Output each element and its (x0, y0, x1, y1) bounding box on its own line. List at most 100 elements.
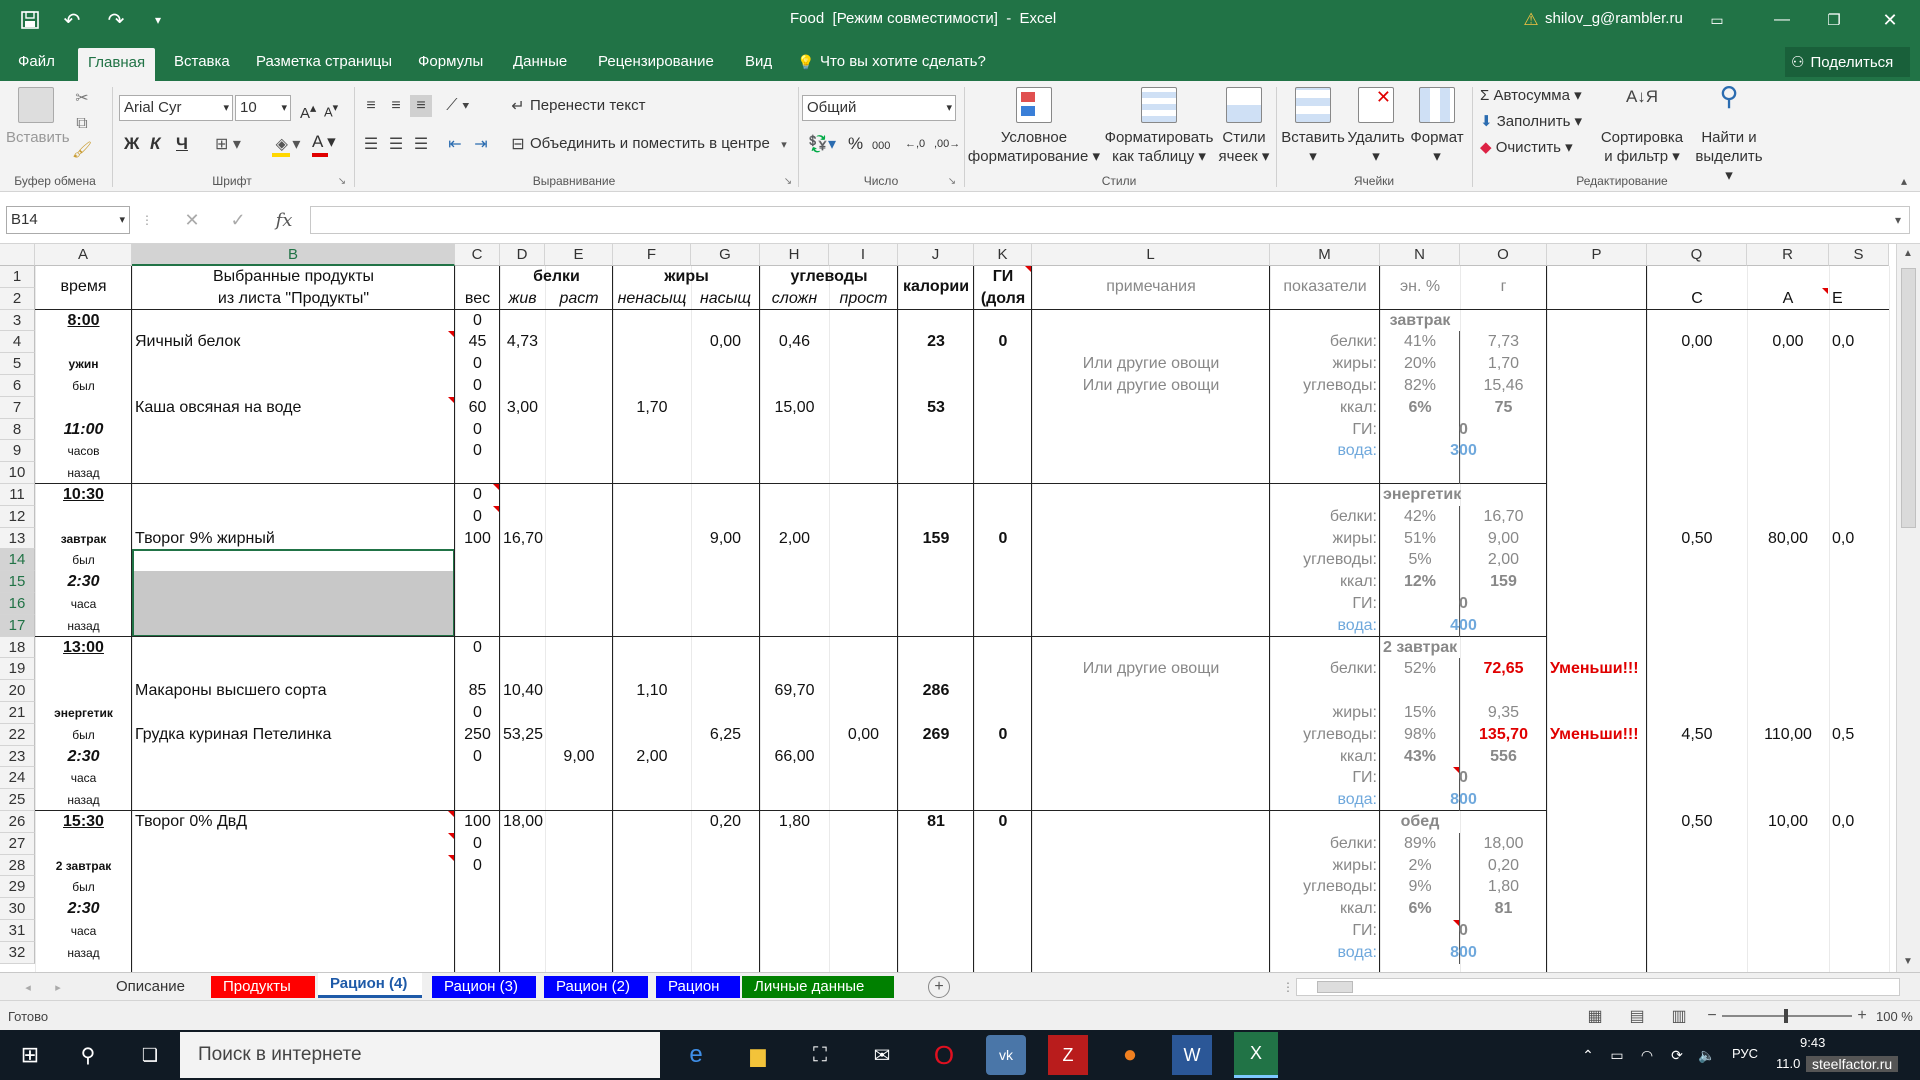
user-account[interactable]: shilov_g@rambler.ru (1545, 10, 1683, 27)
cell-value[interactable]: жив (503, 288, 542, 310)
label-gi[interactable]: ГИ: (1273, 767, 1377, 789)
increase-decimal-icon[interactable]: ←,0 (905, 135, 925, 153)
row-header[interactable]: 18 (0, 636, 35, 659)
label-prot[interactable]: белки: (1273, 506, 1377, 528)
label-carb[interactable]: углеводы: (1273, 549, 1377, 571)
cell-d4[interactable]: 4,73 (503, 331, 542, 353)
comment-marker[interactable] (1822, 287, 1828, 294)
cell-value[interactable]: примечания (1035, 276, 1267, 298)
expand-formula-icon[interactable]: ▾ (1890, 208, 1906, 232)
cell-a18[interactable]: 13:00 (38, 637, 129, 659)
worksheet-grid[interactable]: A B C D E F G H I J K L M N O P Q R S 1 2 3 4 5 6 7 8 9 10 11 12 13 14 15… (0, 244, 1920, 972)
grams-carb[interactable]: 1,80 (1463, 876, 1544, 898)
gi-value[interactable]: 0 (1383, 767, 1544, 789)
cell-b13[interactable]: Творог 9% жирный (135, 528, 452, 550)
cell-c12[interactable]: 0 (458, 506, 497, 528)
grams-carb[interactable]: 135,70 (1463, 724, 1544, 746)
cell-value[interactable]: раст (548, 288, 610, 310)
cell-value[interactable]: ненасыщ (616, 288, 688, 310)
cell-value[interactable]: А (1750, 288, 1826, 310)
autosum-button[interactable]: Σ Автосумма ▾ (1480, 87, 1582, 105)
page-break-icon[interactable]: ▥ (1668, 1005, 1690, 1027)
column-header[interactable]: G (691, 244, 760, 266)
cell-c9[interactable]: 0 (458, 440, 497, 462)
task-view-icon[interactable]: ❏ (130, 1035, 170, 1075)
cell-c20[interactable]: 85 (458, 680, 497, 702)
cell-l19[interactable]: Или другие овощи (1035, 658, 1267, 680)
column-header[interactable]: J (898, 244, 974, 266)
row-header[interactable]: 11 (0, 484, 35, 506)
sheet-tab-ration-4[interactable]: Рацион (4) (318, 973, 422, 998)
grams-kcal[interactable]: 75 (1463, 397, 1544, 419)
label-fat[interactable]: жиры: (1273, 855, 1377, 877)
warning-text[interactable]: Уменьши!!! (1550, 724, 1644, 746)
sync-icon[interactable]: ⟳ (1666, 1040, 1688, 1070)
borders-icon[interactable]: ⊞ ▾ (208, 133, 248, 155)
cell-b26[interactable]: Творог 0% ДвД (135, 811, 452, 833)
search-icon[interactable]: ⚲ (68, 1035, 108, 1075)
row-header[interactable]: 27 (0, 832, 35, 855)
water-value[interactable]: 800 (1383, 942, 1544, 964)
column-header[interactable]: M (1270, 244, 1380, 266)
pct-prot[interactable]: 52% (1383, 658, 1457, 680)
cell-a23[interactable]: 2:30 (38, 746, 129, 768)
cell-value[interactable]: показатели (1273, 276, 1377, 298)
row-header[interactable]: 12 (0, 505, 35, 528)
cell-f7[interactable]: 1,70 (616, 397, 688, 419)
cell-b7[interactable]: Каша овсяная на воде (135, 397, 452, 419)
cell-h7[interactable]: 15,00 (763, 397, 826, 419)
comment-marker[interactable] (448, 811, 454, 817)
cell-a6[interactable]: был (38, 375, 129, 397)
block-title[interactable]: завтрак (1383, 310, 1457, 332)
minimize-icon[interactable]: — (1770, 8, 1794, 32)
tab-review[interactable]: Рецензирование (598, 50, 714, 74)
water-value[interactable]: 800 (1383, 789, 1544, 811)
cell-c13[interactable]: 100 (458, 528, 497, 550)
column-header[interactable]: H (760, 244, 829, 266)
cell-r4[interactable]: 0,00 (1750, 331, 1826, 353)
cell-c7[interactable]: 60 (458, 397, 497, 419)
grams-fat[interactable]: 1,70 (1463, 353, 1544, 375)
grams-prot[interactable]: 7,73 (1463, 331, 1544, 353)
comment-marker[interactable] (1453, 920, 1459, 926)
excel-icon[interactable]: X (1234, 1032, 1278, 1078)
row-header[interactable]: 15 (0, 571, 35, 593)
cell-r22[interactable]: 110,00 (1750, 724, 1826, 746)
cell-value[interactable]: Е (1832, 288, 1886, 310)
cell-s26[interactable]: 0,0 (1832, 811, 1886, 833)
cell-s4[interactable]: 0,0 (1832, 331, 1886, 353)
cell-i22[interactable]: 0,00 (832, 724, 895, 746)
zoom-slider-thumb[interactable] (1784, 1009, 1788, 1023)
cell-value[interactable]: г (1463, 276, 1544, 298)
cell-c27[interactable]: 0 (458, 833, 497, 855)
taskbar-search-input[interactable]: Поиск в интернете (180, 1032, 660, 1078)
pct-prot[interactable]: 42% (1383, 506, 1457, 528)
select-all-corner[interactable] (0, 244, 35, 266)
row-header[interactable]: 13 (0, 527, 35, 550)
align-center-icon[interactable]: ☰ (385, 133, 407, 155)
cell-c18[interactable]: 0 (458, 637, 497, 659)
grams-prot[interactable]: 16,70 (1463, 506, 1544, 528)
fill-button[interactable]: ⬇ Заполнить ▾ (1480, 113, 1582, 131)
pct-fat[interactable]: 15% (1383, 702, 1457, 724)
decrease-decimal-icon[interactable]: ,00→ (934, 135, 960, 153)
vk-icon[interactable]: vk (986, 1035, 1026, 1075)
cell-c5[interactable]: 0 (458, 353, 497, 375)
label-prot[interactable]: белки: (1273, 658, 1377, 680)
grams-kcal[interactable]: 556 (1463, 746, 1544, 768)
copy-icon[interactable]: ⧉ (72, 113, 92, 135)
label-carb[interactable]: углеводы: (1273, 375, 1377, 397)
cell-j20[interactable]: 286 (901, 680, 971, 702)
cell-value[interactable]: Выбранные продукты (135, 266, 452, 288)
pct-carb[interactable]: 5% (1383, 549, 1457, 571)
bold-button[interactable]: Ж (124, 135, 139, 153)
grams-fat[interactable]: 0,20 (1463, 855, 1544, 877)
cell-e23[interactable]: 9,00 (548, 746, 610, 768)
cell-h26[interactable]: 1,80 (763, 811, 826, 833)
cell-h20[interactable]: 69,70 (763, 680, 826, 702)
grams-fat[interactable]: 9,35 (1463, 702, 1544, 724)
cell-k4[interactable]: 0 (977, 331, 1029, 353)
column-header[interactable]: L (1032, 244, 1270, 266)
clear-button[interactable]: ◆ Очистить ▾ (1480, 139, 1573, 157)
cell-value[interactable]: прост (832, 288, 895, 310)
